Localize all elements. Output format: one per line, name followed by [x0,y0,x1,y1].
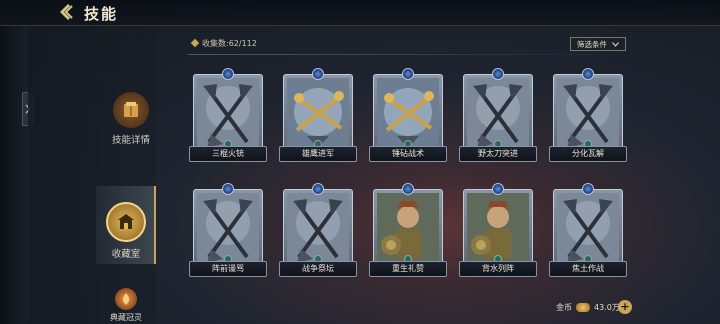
left-edge-panel [0,26,28,324]
card-name: 背水列阵 [459,261,537,277]
card-name: 雄鹰进军 [279,146,357,162]
skill-card[interactable]: 锤砧战术 [369,68,447,166]
rarity-gem-icon [492,183,504,195]
top-bar: 技能 [0,0,720,26]
rarity-gem-icon [312,68,324,80]
page-title: 技能 [84,5,119,23]
currency-label: 金币 [556,303,572,312]
card-name: 野太刀突进 [459,146,537,162]
card-name: 重生礼赞 [369,261,447,277]
back-arrow-icon [60,4,73,20]
coin-icon [576,303,590,312]
chevron-down-icon [612,41,619,47]
filter-dropdown[interactable]: 筛选条件 [570,37,626,51]
skill-card[interactable]: 重生礼赞 [369,183,447,281]
rarity-gem-icon [222,68,234,80]
skill-card[interactable]: 三棍火铳 [189,68,267,166]
back-button[interactable] [56,2,78,22]
rarity-gem-icon [402,68,414,80]
sidebar-item-label: 典藏冠灵 [110,313,142,322]
skill-card[interactable]: 焦土作战 [549,183,627,281]
skill-card[interactable]: 分化瓦解 [549,68,627,166]
skill-card[interactable]: 战争祭坛 [279,183,357,281]
rarity-gem-icon [582,68,594,80]
currency-value: 43.0万 [594,303,620,312]
currency-display: 金币 43.0万 [556,302,620,313]
sidebar-item-vault[interactable]: 收藏室 [98,202,154,260]
rarity-gem-icon [582,183,594,195]
sidebar-item-label: 技能详情 [111,135,150,146]
card-name: 三棍火铳 [189,146,267,162]
filter-label: 筛选条件 [577,39,607,49]
skill-card[interactable]: 背水列阵 [459,183,537,281]
sidebar [28,26,156,324]
sidebar-item-skill-details[interactable]: 技能详情 [95,92,167,146]
divider [188,54,632,55]
sidebar-item-label: 收藏室 [111,249,141,260]
add-currency-button[interactable]: + [618,300,632,314]
vault-icon [106,202,146,242]
rarity-gem-icon [222,183,234,195]
card-name: 战争祭坛 [279,261,357,277]
rarity-gem-icon [492,68,504,80]
diamond-bullet-icon [190,38,200,48]
skill-card[interactable]: 雄鹰进军 [279,68,357,166]
spirit-icon [115,288,137,310]
rarity-gem-icon [402,183,414,195]
card-name: 阵前谩骂 [189,261,267,277]
skill-card[interactable]: 阵前谩骂 [189,183,267,281]
sidebar-item-spirit[interactable]: 典藏冠灵 [102,288,150,323]
card-name: 锤砧战术 [369,146,447,162]
collection-count: 收集数:62/112 [202,39,257,48]
skill-card[interactable]: 野太刀突进 [459,68,537,166]
skill-book-icon [113,92,149,128]
rarity-gem-icon [312,183,324,195]
card-name: 分化瓦解 [549,146,627,162]
card-name: 焦土作战 [549,261,627,277]
